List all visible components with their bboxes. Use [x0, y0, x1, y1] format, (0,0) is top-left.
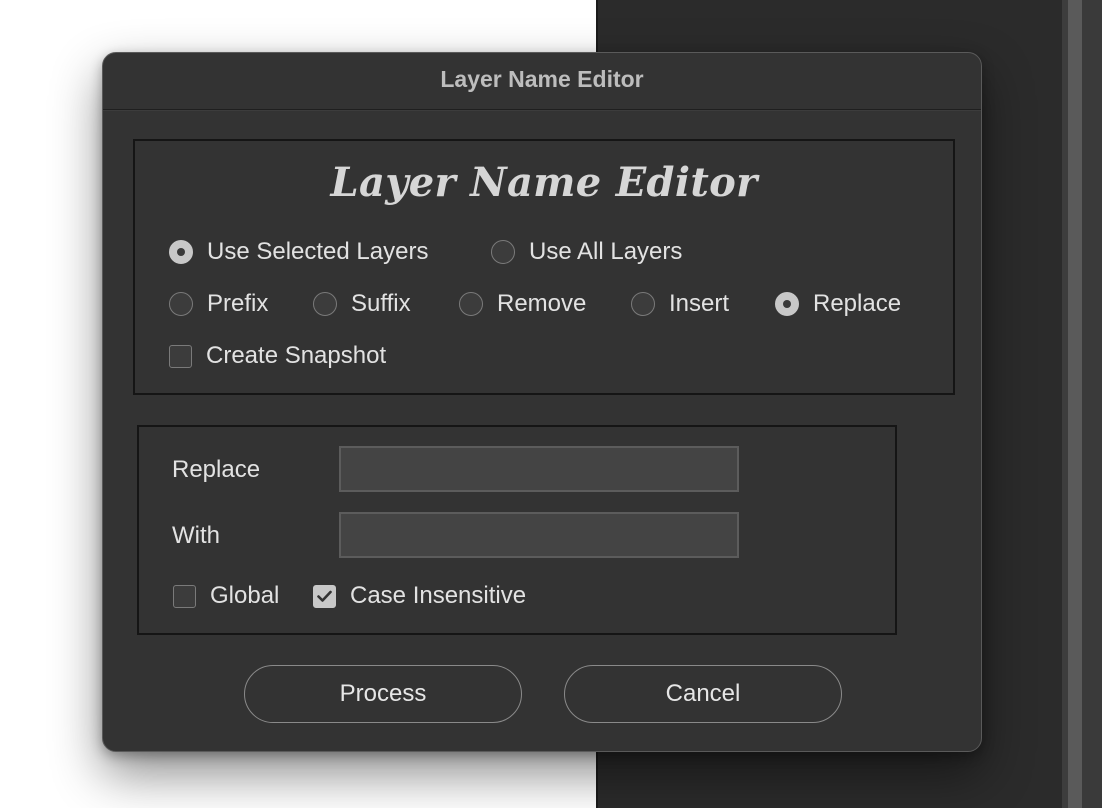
- radio-unselected-icon: [631, 292, 655, 316]
- radio-label: Use Selected Layers: [207, 238, 429, 265]
- radio-label: Insert: [669, 290, 730, 317]
- background-scrollbar-thumb: [1068, 0, 1082, 808]
- radio-selected-icon: [169, 240, 193, 264]
- checkbox-unchecked-icon: [173, 584, 196, 608]
- radio-label: Suffix: [351, 290, 411, 317]
- radio-unselected-icon: [169, 292, 193, 316]
- radio-label: Replace: [813, 290, 902, 317]
- radio-unselected-icon: [459, 292, 483, 316]
- with-input[interactable]: [339, 512, 739, 558]
- checkbox-label: Case Insensitive: [350, 582, 527, 609]
- radio-suffix[interactable]: Suffix: [313, 290, 411, 318]
- dialog-title: Layer Name Editor: [440, 66, 644, 92]
- check-icon: [313, 584, 336, 608]
- replace-label: Replace: [172, 456, 261, 483]
- checkbox-unchecked-icon: [169, 344, 192, 368]
- checkbox-label: Global: [210, 582, 280, 609]
- panel-heading: Layer Name Editor: [330, 159, 758, 206]
- radio-use-selected-layers[interactable]: Use Selected Layers: [169, 238, 428, 266]
- checkbox-create-snapshot[interactable]: Create Snapshot: [169, 342, 386, 370]
- replace-panel: Replace With Global Case Insensitive: [137, 425, 897, 635]
- dialog-titlebar[interactable]: Layer Name Editor: [103, 53, 981, 110]
- radio-use-all-layers[interactable]: Use All Layers: [491, 238, 682, 266]
- cancel-button[interactable]: Cancel: [564, 665, 842, 723]
- checkbox-label: Create Snapshot: [206, 342, 387, 369]
- with-label: With: [172, 522, 220, 549]
- radio-unselected-icon: [491, 240, 515, 264]
- radio-label: Use All Layers: [529, 238, 683, 265]
- radio-label: Remove: [497, 290, 587, 317]
- radio-prefix[interactable]: Prefix: [169, 290, 268, 318]
- checkmark-glyph: [317, 590, 332, 602]
- process-button[interactable]: Process: [244, 665, 522, 723]
- radio-label: Prefix: [207, 290, 269, 317]
- radio-selected-icon: [775, 292, 799, 316]
- checkbox-case-insensitive[interactable]: Case Insensitive: [313, 582, 526, 610]
- replace-input[interactable]: [339, 446, 739, 492]
- layer-name-editor-dialog: Layer Name Editor Layer Name Editor Use …: [102, 52, 982, 752]
- options-panel: Layer Name Editor Use Selected Layers Us…: [133, 139, 955, 395]
- radio-unselected-icon: [313, 292, 337, 316]
- radio-insert[interactable]: Insert: [631, 290, 729, 318]
- background-edge: [1082, 0, 1102, 808]
- radio-replace[interactable]: Replace: [775, 290, 901, 318]
- radio-remove[interactable]: Remove: [459, 290, 586, 318]
- checkbox-global[interactable]: Global: [173, 582, 279, 610]
